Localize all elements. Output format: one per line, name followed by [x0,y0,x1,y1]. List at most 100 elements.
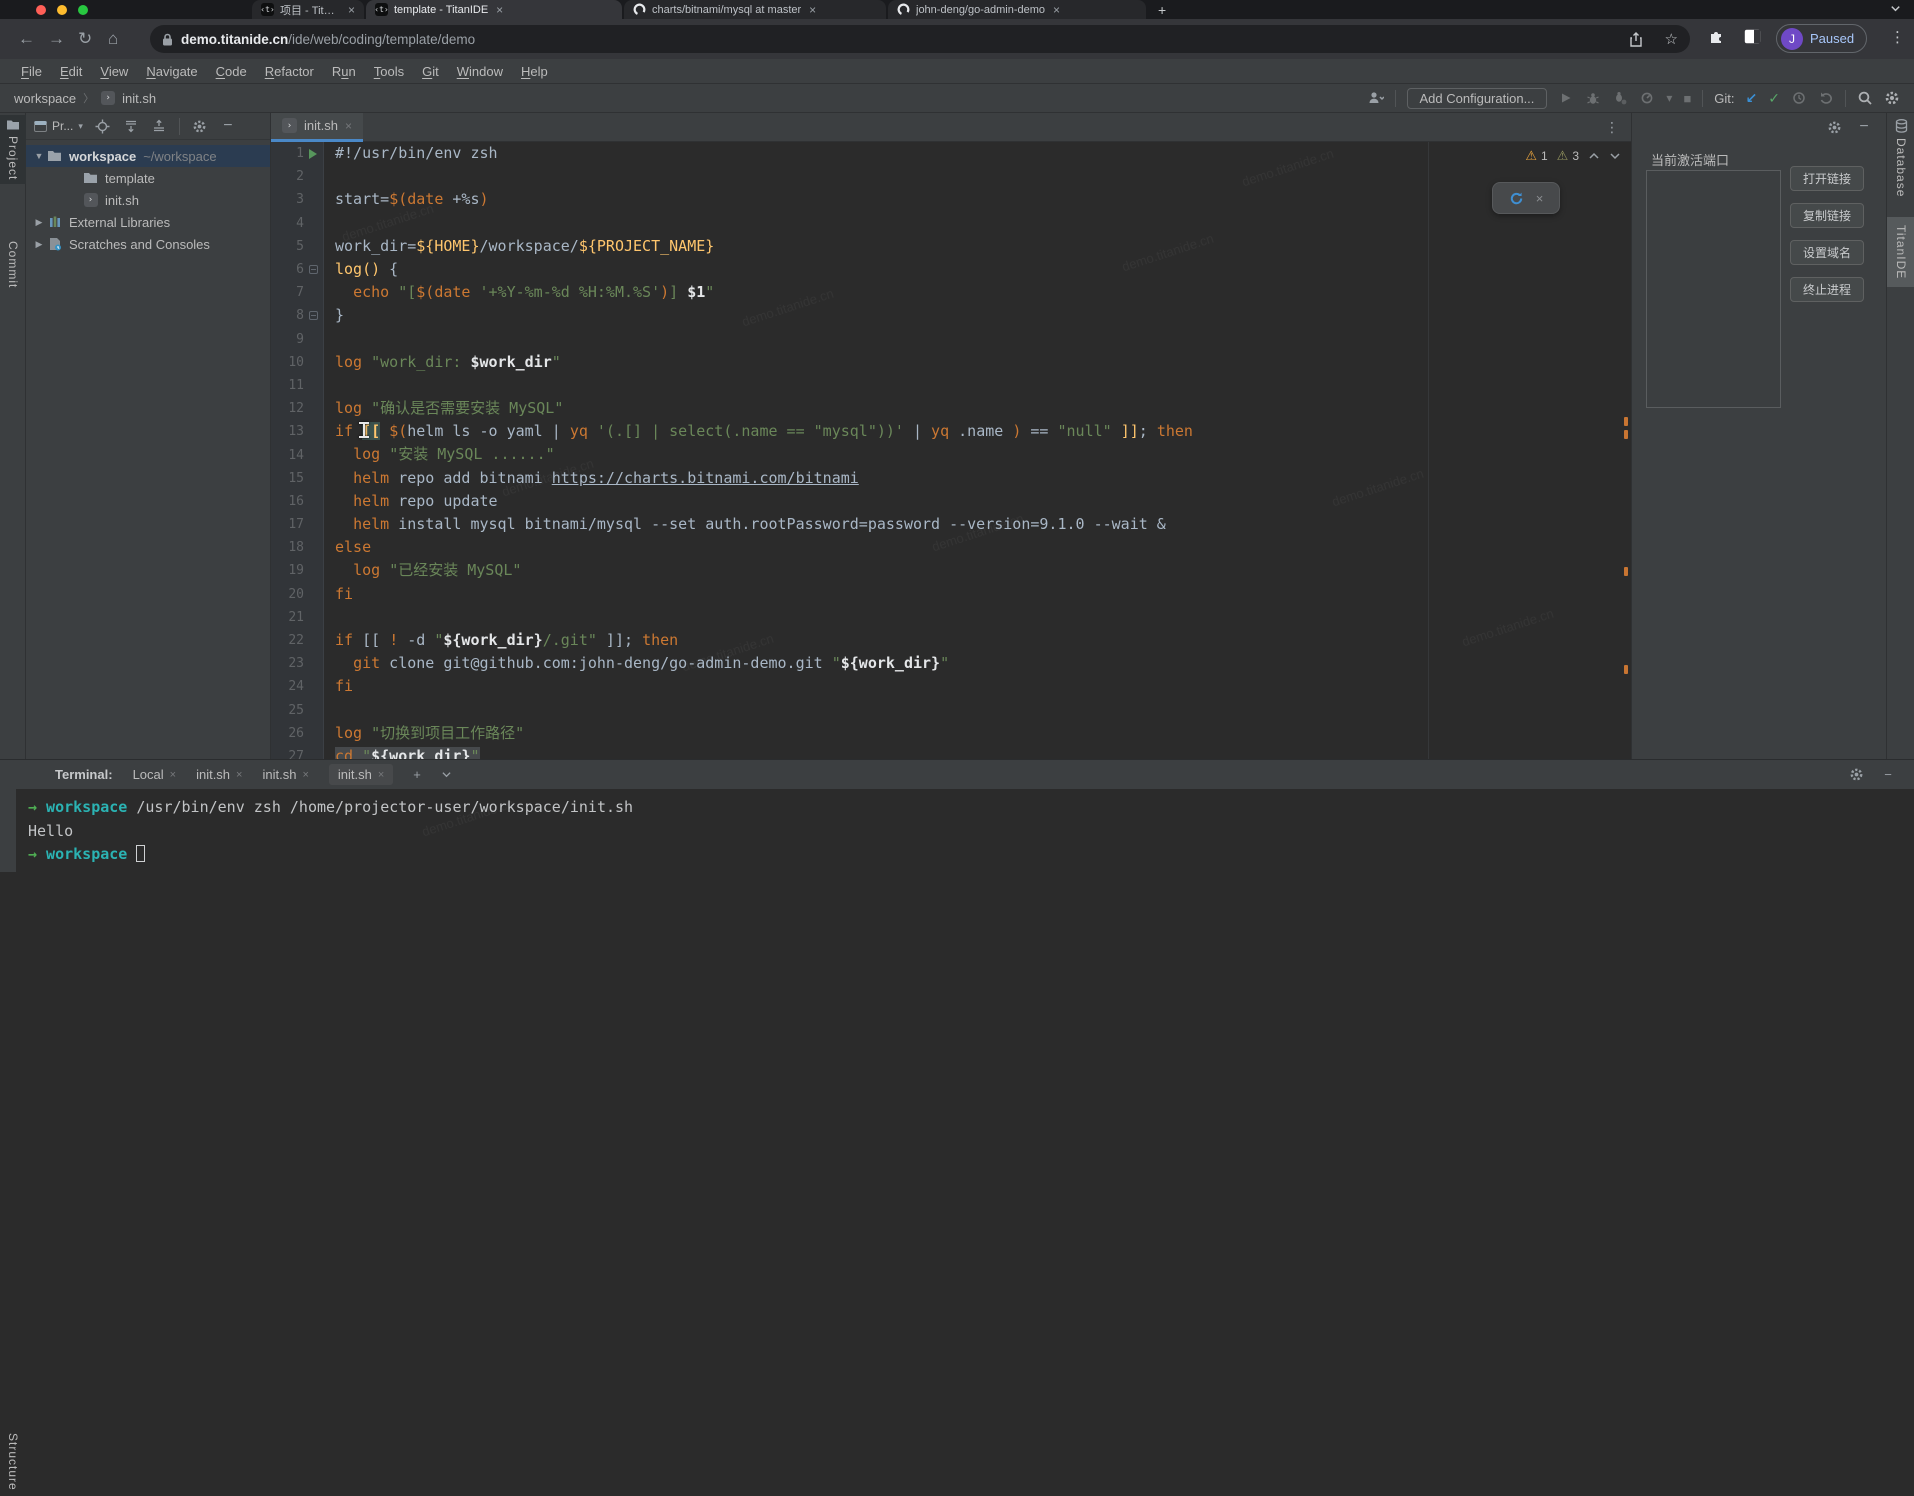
project-view-selector[interactable]: Pr... ▾ [34,119,83,133]
chevron-down-icon[interactable]: ▼ [32,151,46,161]
tree-row-workspace[interactable]: ▼workspace~/workspace [26,145,270,167]
tree-row-scratches-and-consoles[interactable]: ▶Scratches and Consoles [26,233,270,255]
terminal-dropdown-chevron-icon[interactable] [441,770,452,779]
locate-file-crosshair-icon[interactable] [95,116,111,136]
search-icon[interactable] [1857,88,1873,108]
git-commit-check-icon[interactable]: ✓ [1768,90,1780,107]
coverage-icon[interactable] [1612,88,1628,108]
git-update-icon[interactable]: ↙ [1746,90,1758,107]
fold-box-icon[interactable] [309,265,318,274]
terminal-tab[interactable]: init.sh× [329,764,393,785]
tree-row-external-libraries[interactable]: ▶External Libraries [26,211,270,233]
tab-close-icon[interactable]: × [348,3,355,17]
menu-item-view[interactable]: View [91,64,137,79]
editor-tab-options-dots-icon[interactable]: ⋮ [1605,119,1631,136]
reload-icon[interactable]: ↻ [78,28,92,49]
prev-issue-chevron-icon[interactable] [1588,151,1600,161]
tab-close-icon[interactable]: × [496,3,503,17]
debug-bug-icon[interactable] [1585,88,1601,108]
run-line-icon[interactable] [304,149,322,159]
add-configuration-button[interactable]: Add Configuration... [1407,88,1548,109]
menu-item-file[interactable]: File [12,64,51,79]
menu-item-git[interactable]: Git [413,64,448,79]
chevron-right-icon[interactable]: ▶ [32,239,46,250]
popup-close-icon[interactable]: × [1536,191,1544,206]
browser-profile-button[interactable]: J Paused [1776,24,1867,53]
panel-settings-gear-icon[interactable] [192,116,208,136]
terminal-tab[interactable]: init.sh× [196,767,242,782]
run-options-chevron-icon[interactable]: ▾ [1666,91,1672,105]
code-area[interactable]: 1234567891011121314151617181920212223242… [271,142,1631,759]
browser-tab[interactable]: ‹t›项目 - TitanIDE× [252,0,364,19]
profiler-icon[interactable] [1639,88,1655,108]
inspection-widget[interactable]: ⚠1 ⚠3 [1525,148,1621,164]
stop-icon[interactable]: ■ [1683,91,1691,106]
fold-box-icon[interactable] [309,311,318,320]
address-bar[interactable]: demo.titanide.cn /ide/web/coding/templat… [150,25,1690,53]
minimize-window-button[interactable] [57,5,67,15]
terminal-tab-close-icon[interactable]: × [378,769,384,781]
menu-item-code[interactable]: Code [207,64,256,79]
history-clock-icon[interactable] [1791,88,1807,108]
run-icon[interactable] [1558,88,1574,108]
browser-tab[interactable]: john-deng/go-admin-demo× [888,0,1146,19]
terminal-tab-close-icon[interactable]: × [302,769,308,781]
terminal-tab-close-icon[interactable]: × [236,769,242,781]
window-controls[interactable] [36,5,88,15]
run-arrow-icon[interactable] [309,149,317,159]
menu-item-run[interactable]: Run [323,64,365,79]
port-button-4[interactable]: 终止进程 [1790,277,1864,302]
back-icon[interactable]: ← [18,28,35,49]
refresh-icon[interactable] [1509,191,1524,206]
tab-close-icon[interactable]: × [1053,3,1060,17]
share-icon[interactable] [1629,32,1643,47]
menu-item-navigate[interactable]: Navigate [137,64,206,79]
editor-tab-init-sh[interactable]: › init.sh × [271,113,363,142]
new-terminal-plus-icon[interactable]: + [413,767,421,782]
breadcrumb-root[interactable]: workspace [14,91,76,106]
side-panel-icon[interactable] [1744,29,1761,44]
port-button-3[interactable]: 设置域名 [1790,240,1864,265]
hide-panel-minus-icon[interactable]: − [1856,117,1872,137]
expand-all-icon[interactable] [123,116,139,136]
browser-tab[interactable]: ‹t›template - TitanIDE× [366,0,622,19]
next-issue-chevron-icon[interactable] [1609,151,1621,161]
terminal-tab-close-icon[interactable]: × [170,769,176,781]
active-ports-list[interactable] [1646,170,1781,408]
fold-marker-icon[interactable] [304,265,322,274]
rollback-icon[interactable] [1818,88,1834,108]
panel-settings-gear-icon[interactable] [1826,117,1842,137]
browser-tab[interactable]: charts/bitnami/mysql at master× [624,0,886,19]
menu-item-edit[interactable]: Edit [51,64,91,79]
extensions-puzzle-icon[interactable] [1708,28,1725,45]
maximize-window-button[interactable] [78,5,88,15]
breadcrumb-file[interactable]: init.sh [122,91,156,106]
hide-panel-minus-icon[interactable]: − [220,116,236,136]
terminal-output[interactable]: → workspace /usr/bin/env zsh /home/proje… [16,789,1914,872]
menu-item-window[interactable]: Window [448,64,512,79]
hide-terminal-minus-icon[interactable]: − [1880,765,1896,785]
terminal-tab[interactable]: Local× [133,767,177,782]
tool-button-commit[interactable]: Commit [6,241,20,293]
menu-item-tools[interactable]: Tools [365,64,413,79]
collapse-all-icon[interactable] [151,116,167,136]
home-icon[interactable]: ⌂ [108,28,118,49]
browser-menu-dots-icon[interactable]: ⋮ [1890,28,1905,46]
port-button-1[interactable]: 打开链接 [1790,166,1864,191]
tool-button-database[interactable]: Database [1887,119,1914,197]
terminal-tab[interactable]: init.sh× [262,767,308,782]
tree-row-init-sh[interactable]: ›init.sh [26,189,270,211]
chevron-right-icon[interactable]: ▶ [32,217,46,228]
port-button-2[interactable]: 复制链接 [1790,203,1864,228]
tree-row-template[interactable]: template [26,167,270,189]
refresh-popup[interactable]: × [1492,182,1560,214]
bookmark-star-icon[interactable]: ☆ [1665,30,1678,48]
settings-gear-icon[interactable] [1884,88,1900,108]
run-user-icon[interactable] [1368,88,1384,108]
close-window-button[interactable] [36,5,46,15]
terminal-settings-gear-icon[interactable] [1848,765,1864,785]
menu-item-help[interactable]: Help [512,64,557,79]
forward-icon[interactable]: → [48,28,65,49]
menu-item-refactor[interactable]: Refactor [256,64,323,79]
tab-close-icon[interactable]: × [809,3,816,17]
